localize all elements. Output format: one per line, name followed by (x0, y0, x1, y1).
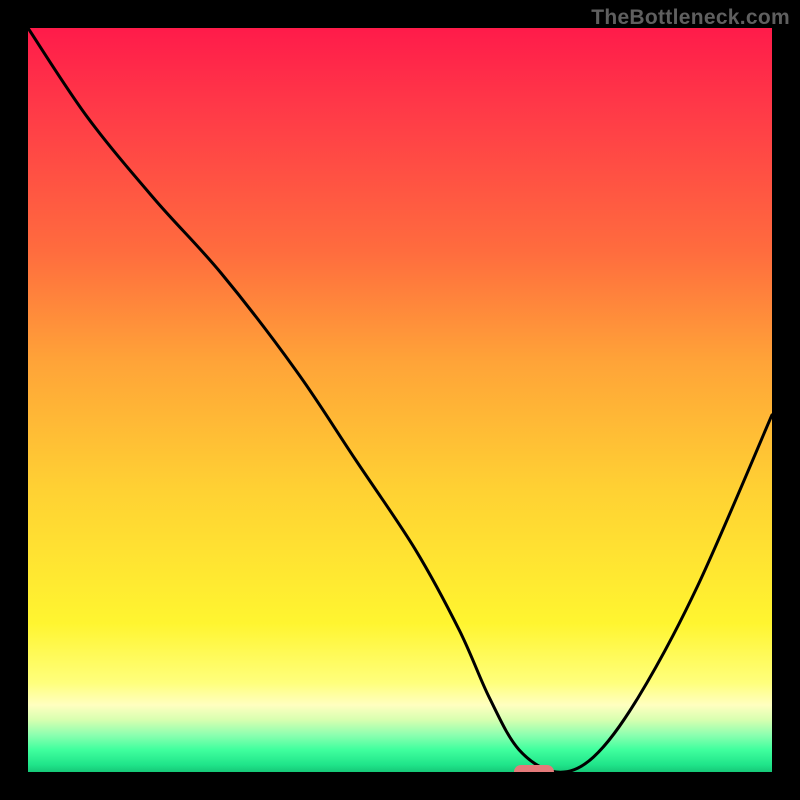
watermark-text: TheBottleneck.com (591, 6, 790, 30)
chart-frame: TheBottleneck.com (0, 0, 800, 800)
optimal-marker (514, 765, 554, 772)
plot-area (28, 28, 772, 772)
curve-svg (28, 28, 772, 772)
bottleneck-curve-path (28, 28, 772, 772)
